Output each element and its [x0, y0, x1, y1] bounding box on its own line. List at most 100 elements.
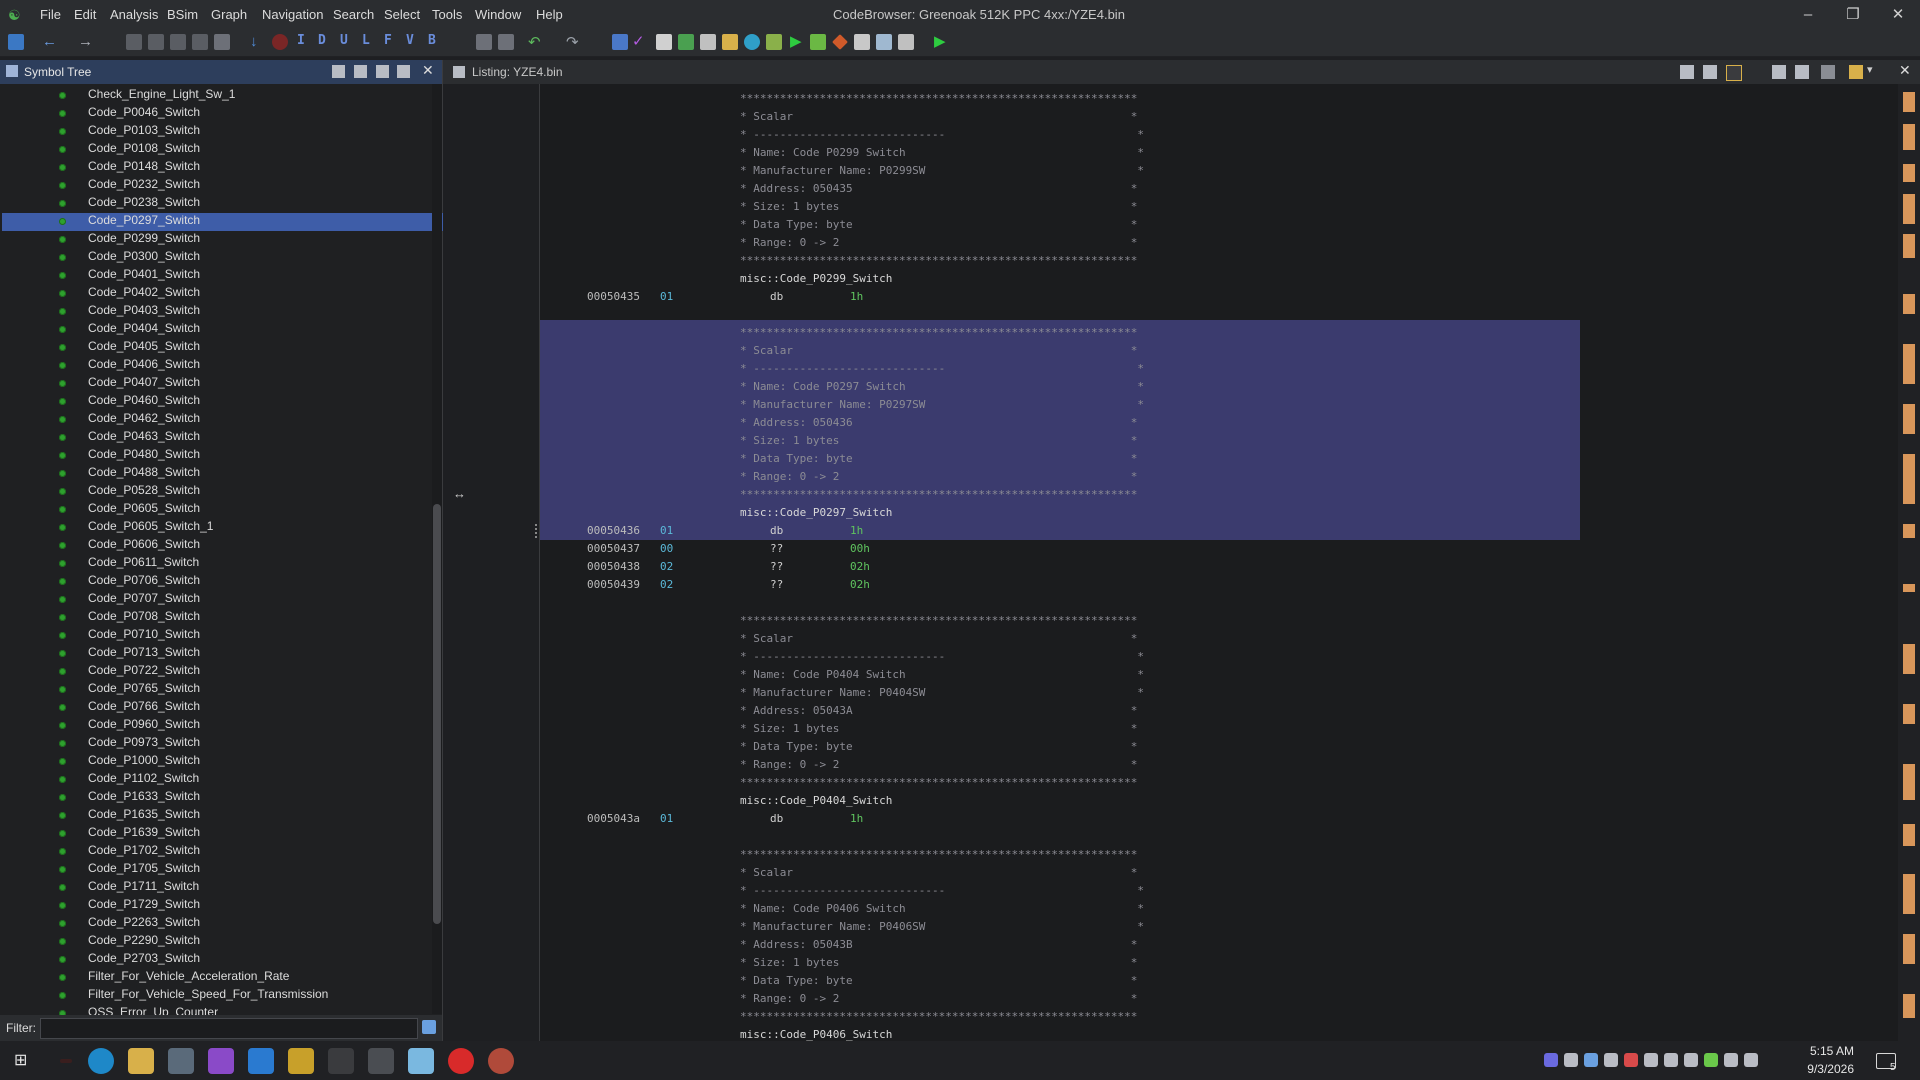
bytes-field[interactable]: 01 — [660, 524, 673, 537]
tray-app-icon[interactable] — [1544, 1053, 1558, 1067]
minimize-icon[interactable]: – — [1793, 4, 1823, 26]
call-tree-icon[interactable] — [898, 34, 914, 50]
run-icon[interactable]: ▶ — [790, 32, 802, 50]
filter-input[interactable] — [40, 1018, 418, 1039]
nav-letter-f[interactable]: F — [384, 33, 392, 48]
overview-marker[interactable] — [1903, 454, 1915, 504]
registers-icon[interactable] — [700, 34, 716, 50]
tray-discord-icon[interactable] — [1604, 1053, 1618, 1067]
symbol-tree-item[interactable]: Code_P0765_Switch — [59, 681, 200, 699]
tray-network-icon[interactable] — [1564, 1053, 1578, 1067]
symbol-label[interactable]: misc::Code_P0299_Switch — [740, 272, 892, 285]
tray-battery-icon[interactable] — [1664, 1053, 1678, 1067]
symbol-tree-item[interactable]: Code_P0606_Switch — [59, 537, 200, 555]
symbol-label[interactable]: misc::Code_P0297_Switch — [740, 506, 892, 519]
menu-analysis[interactable]: Analysis — [110, 7, 158, 22]
menu-select[interactable]: Select — [384, 7, 420, 22]
bytes-field[interactable]: 00 — [660, 542, 673, 555]
function-graph-icon[interactable] — [766, 34, 782, 50]
edge-browser-icon[interactable] — [88, 1048, 114, 1074]
debug-run-icon[interactable]: ▶ — [934, 32, 946, 50]
menu-file[interactable]: File — [40, 7, 61, 22]
symbol-tree-item[interactable]: Code_P0707_Switch — [59, 591, 200, 609]
nav-undefined-icon[interactable] — [170, 34, 186, 50]
symbol-tree-item[interactable]: Code_P1729_Switch — [59, 897, 200, 915]
overview-marker[interactable] — [1903, 524, 1915, 538]
forward-arrow-icon[interactable]: → — [78, 33, 93, 50]
symbol-tree-item[interactable]: Code_P1102_Switch — [59, 771, 199, 789]
tray-monitor-icon[interactable] — [1644, 1053, 1658, 1067]
symbol-tree-item[interactable]: Code_P0960_Switch — [59, 717, 200, 735]
symbol-tree-item[interactable]: Code_P0528_Switch — [59, 483, 200, 501]
symbol-tree-item[interactable]: Code_P0462_Switch — [59, 411, 200, 429]
symbol-tree-item[interactable]: Code_P0710_Switch — [59, 627, 200, 645]
down-arrow-icon[interactable]: ↓ — [250, 33, 258, 50]
symbol-tree-item[interactable]: Code_P0402_Switch — [59, 285, 200, 303]
red-app-icon[interactable] — [448, 1048, 474, 1074]
symbol-label[interactable]: misc::Code_P0406_Switch — [740, 1028, 892, 1041]
operand-field[interactable]: 1h — [850, 290, 863, 303]
clock-date[interactable]: 9/3/2026 — [1807, 1062, 1854, 1076]
address-field[interactable]: 00050436 — [587, 524, 640, 537]
symbol-tree-item[interactable]: Code_P0706_Switch — [59, 573, 200, 591]
cursor-tool-icon[interactable] — [1726, 65, 1742, 81]
overview-marker[interactable] — [1903, 164, 1915, 182]
symbol-tree-item[interactable]: Code_P1633_Switch — [59, 789, 200, 807]
symbol-tree-item[interactable]: Code_P1639_Switch — [59, 825, 200, 843]
symbol-tree-item[interactable]: Code_P0488_Switch — [59, 465, 200, 483]
overview-marker[interactable] — [1903, 194, 1915, 224]
tree-scrollbar[interactable] — [432, 84, 442, 1014]
copy-icon[interactable] — [476, 34, 492, 50]
address-field[interactable]: 0005043a — [587, 812, 640, 825]
address-field[interactable]: 00050438 — [587, 560, 640, 573]
folder-icon[interactable] — [722, 34, 738, 50]
layout-icon[interactable] — [1849, 65, 1863, 79]
file-explorer-icon[interactable] — [128, 1048, 154, 1074]
tree-scroll-thumb[interactable] — [433, 504, 441, 924]
overview-bar[interactable] — [1898, 84, 1920, 1041]
overview-marker[interactable] — [1903, 404, 1915, 434]
overview-marker[interactable] — [1903, 234, 1915, 258]
snapshot-icon[interactable] — [397, 65, 410, 78]
symbol-tree-item[interactable]: Code_P0403_Switch — [59, 303, 200, 321]
menu-bsim[interactable]: BSim — [167, 7, 198, 22]
nav-data-icon[interactable] — [126, 34, 142, 50]
symbol-tree-item[interactable]: Code_P0300_Switch — [59, 249, 200, 267]
symbol-tree-item[interactable]: Code_P0148_Switch — [59, 159, 200, 177]
symbol-tree-item[interactable]: Code_P2263_Switch — [59, 915, 200, 933]
game-icon[interactable] — [60, 1059, 72, 1063]
nav-letter-l[interactable]: L — [362, 33, 370, 48]
nav-function-icon[interactable] — [214, 34, 230, 50]
bytes-field[interactable]: 02 — [660, 578, 673, 591]
emulator-icon[interactable] — [810, 34, 826, 50]
task-view-icon[interactable] — [368, 1048, 394, 1074]
operand-field[interactable]: 1h — [850, 524, 863, 537]
tray-wifi-icon[interactable] — [1684, 1053, 1698, 1067]
symbol-tree-item[interactable]: Code_P0605_Switch — [59, 501, 200, 519]
overview-marker[interactable] — [1903, 704, 1915, 724]
paste-icon[interactable] — [498, 34, 514, 50]
decompiler-icon[interactable] — [876, 34, 892, 50]
tray-nvidia-icon[interactable] — [1704, 1053, 1718, 1067]
address-field[interactable]: 00050437 — [587, 542, 640, 555]
close-listing-icon[interactable]: ✕ — [1899, 62, 1911, 79]
symbol-tree-item[interactable]: Code_P0404_Switch — [59, 321, 200, 339]
address-field[interactable]: 00050435 — [587, 290, 640, 303]
export-icon[interactable] — [376, 65, 389, 78]
symbol-tree-item[interactable]: Code_P0722_Switch — [59, 663, 200, 681]
symbol-tree-item[interactable]: Code_P2290_Switch — [59, 933, 200, 951]
symbol-tree-item[interactable]: Code_P0463_Switch — [59, 429, 200, 447]
menu-help[interactable]: Help — [536, 7, 563, 22]
snipping-tool-icon[interactable] — [168, 1048, 194, 1074]
mnemonic-field[interactable]: ?? — [770, 578, 783, 591]
symbol-tree-item[interactable]: Code_P0238_Switch — [59, 195, 200, 213]
script-manager-icon[interactable] — [744, 34, 760, 50]
bytes-field[interactable]: 01 — [660, 812, 673, 825]
restore-icon[interactable]: ❐ — [1838, 4, 1868, 26]
overview-marker[interactable] — [1903, 584, 1915, 592]
symbol-tree-item[interactable]: Code_P2703_Switch — [59, 951, 200, 969]
operand-field[interactable]: 02h — [850, 560, 870, 573]
symbol-tree-item[interactable]: Code_P0406_Switch — [59, 357, 200, 375]
overview-marker[interactable] — [1903, 92, 1915, 112]
memory-map-icon[interactable] — [656, 34, 672, 50]
